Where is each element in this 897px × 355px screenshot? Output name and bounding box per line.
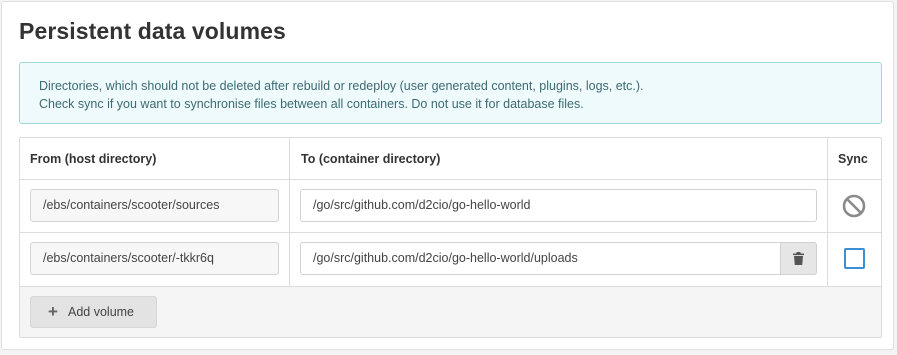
to-directory-input[interactable]: /go/src/github.com/d2cio/go-hello-world [300, 189, 817, 222]
ban-icon [842, 194, 866, 218]
add-volume-button[interactable]: + Add volume [30, 296, 157, 328]
page-title: Persistent data volumes [19, 18, 286, 44]
row-divider [20, 232, 881, 233]
info-callout: Directories, which should not be deleted… [19, 62, 882, 124]
table-footer: + Add volume [20, 286, 881, 337]
header-sync: Sync [838, 152, 868, 166]
info-line-1: Directories, which should not be deleted… [39, 79, 644, 93]
info-line-2: Check sync if you want to synchronise fi… [39, 97, 584, 111]
volumes-table: From (host directory) To (container dire… [19, 137, 882, 338]
column-divider [827, 138, 828, 286]
persistent-volumes-panel: Persistent data volumes Directories, whi… [1, 1, 894, 350]
header-from: From (host directory) [30, 152, 157, 166]
trash-icon [793, 252, 804, 265]
add-volume-label: Add volume [68, 305, 135, 319]
header-to: To (container directory) [301, 152, 441, 166]
from-directory-input[interactable]: /ebs/containers/scooter/-tkkr6q [30, 242, 279, 275]
table-header: From (host directory) To (container dire… [20, 138, 881, 180]
from-directory-input[interactable]: /ebs/containers/scooter/sources [30, 189, 279, 222]
delete-volume-button[interactable] [780, 242, 817, 275]
column-divider [289, 138, 290, 286]
to-directory-input[interactable]: /go/src/github.com/d2cio/go-hello-world/… [300, 242, 781, 275]
sync-checkbox[interactable] [844, 248, 865, 269]
plus-icon: + [48, 302, 58, 321]
